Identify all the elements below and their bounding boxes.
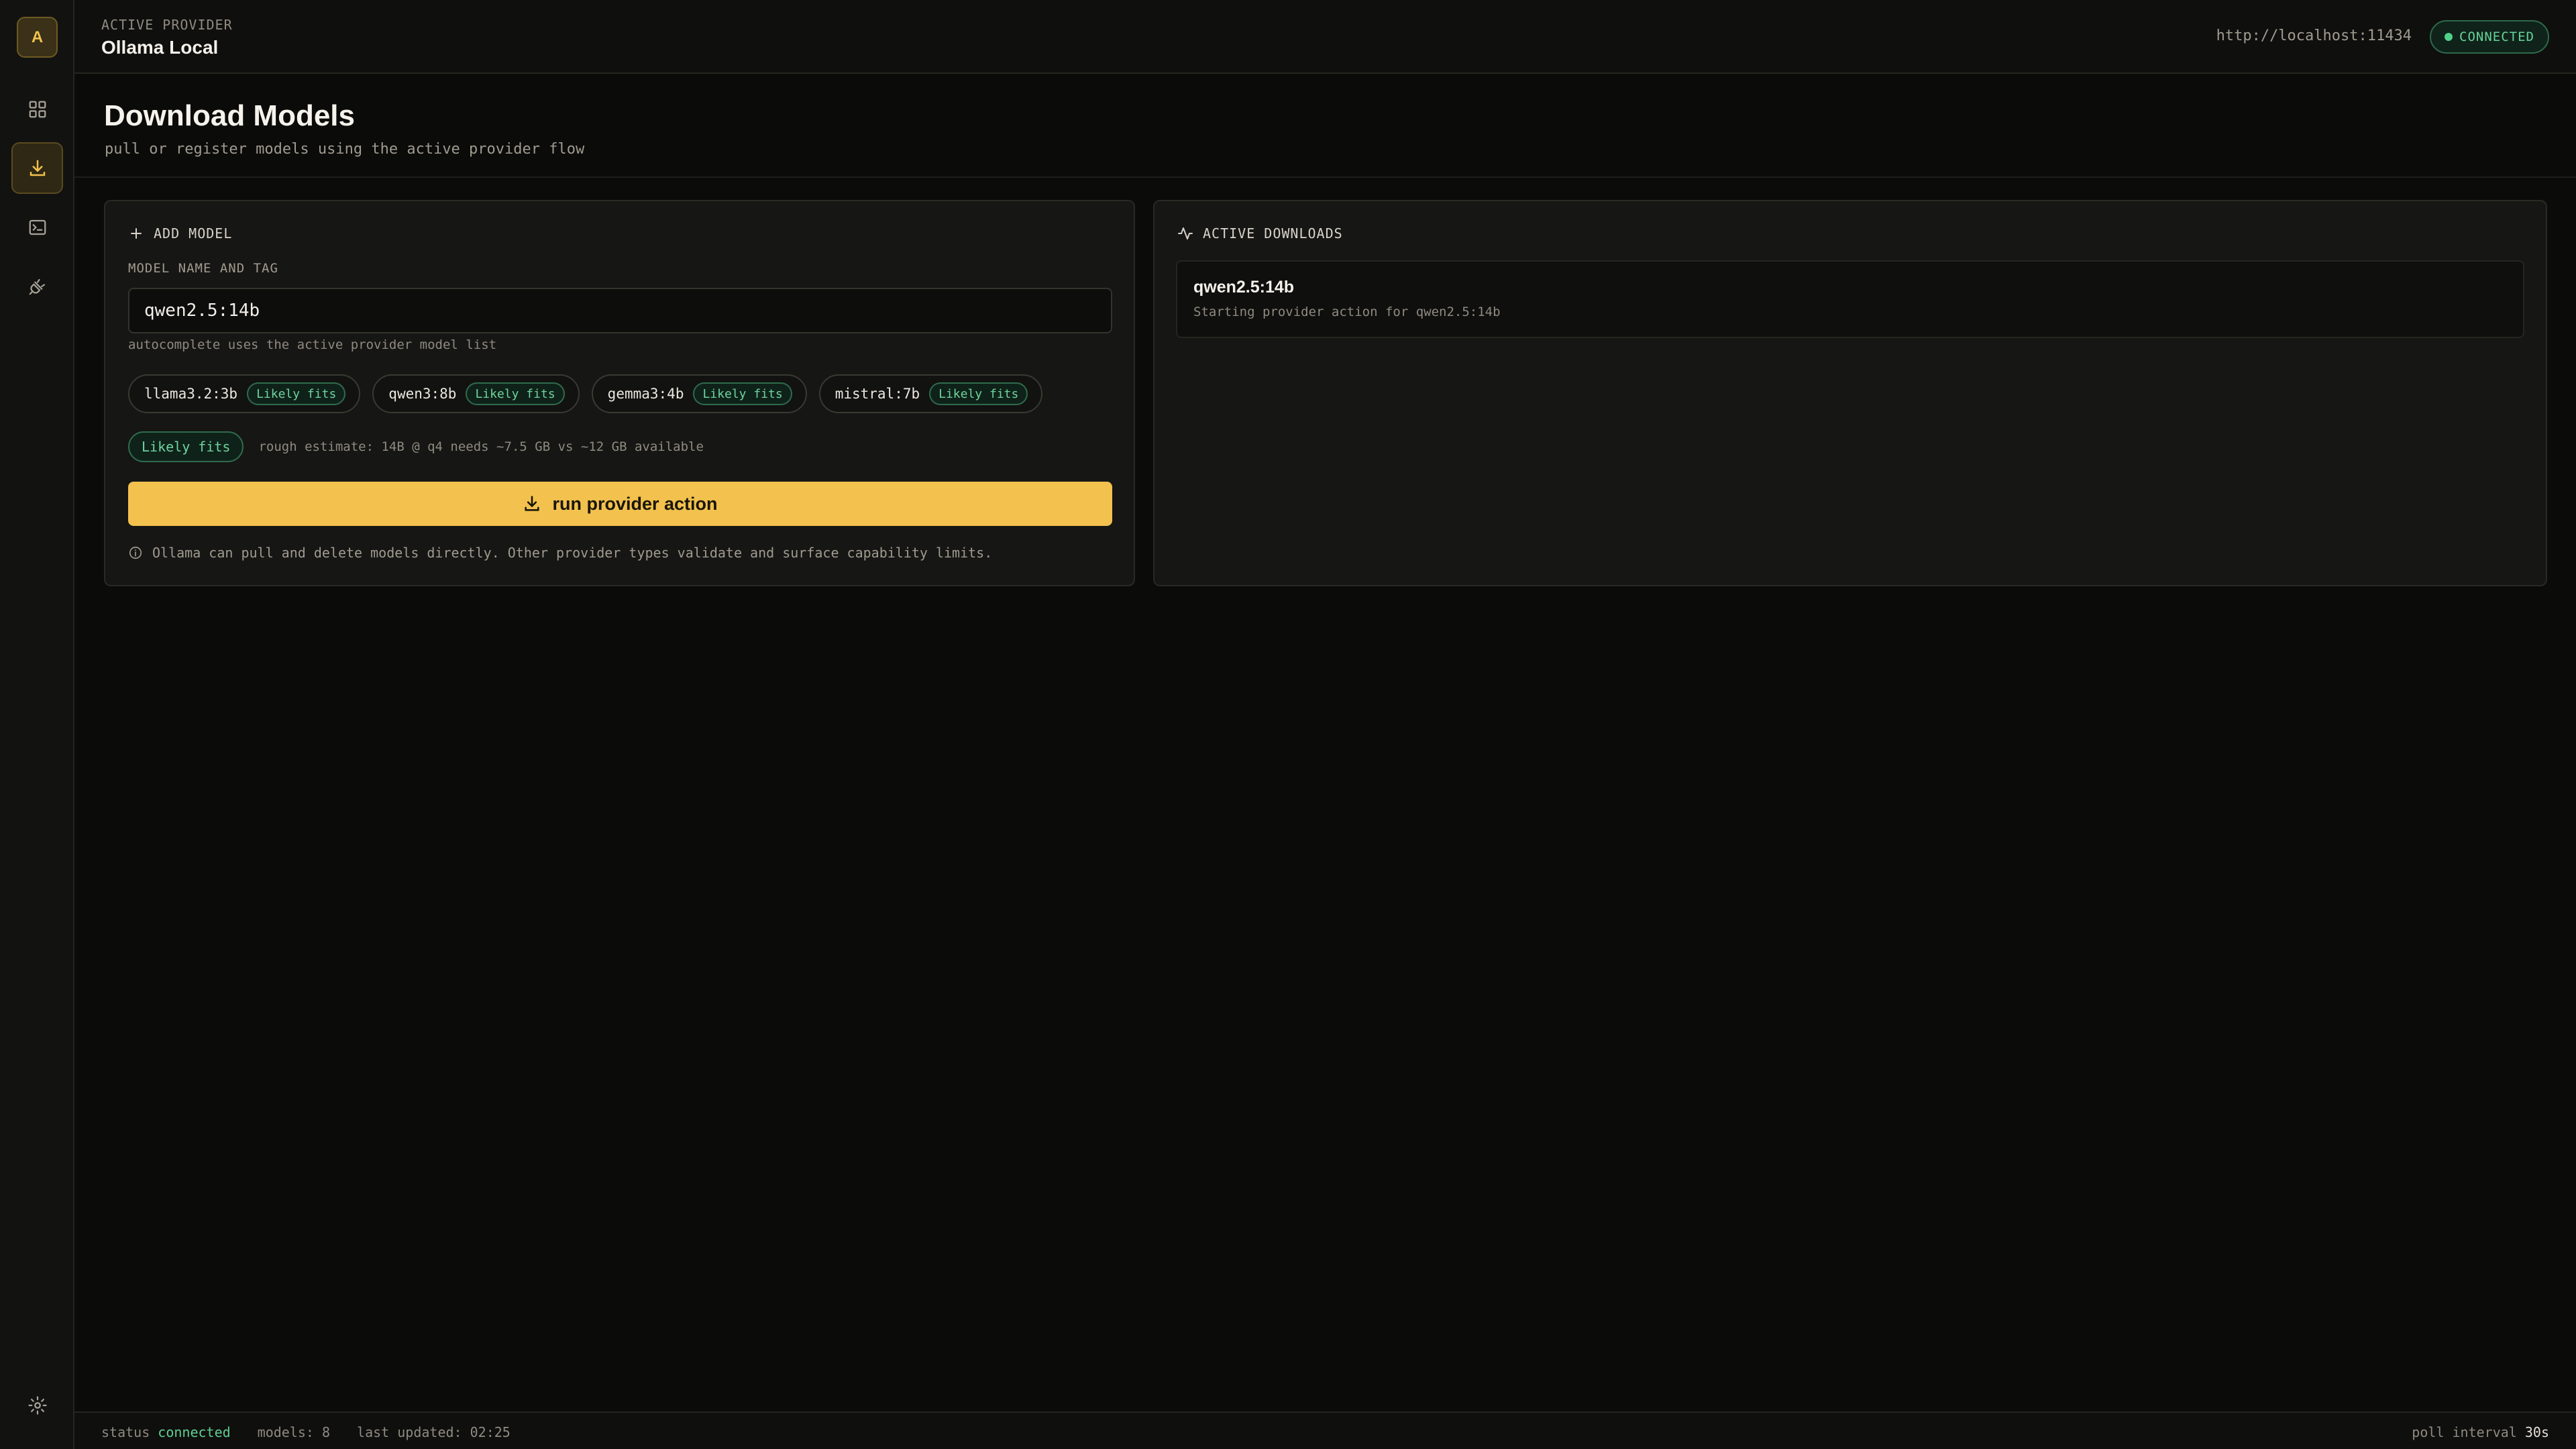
plug-icon <box>29 278 45 294</box>
status-value: connected <box>158 1424 231 1440</box>
fit-badge: Likely fits <box>693 382 792 405</box>
active-downloads-panel: ACTIVE DOWNLOADS qwen2.5:14b Starting pr… <box>1153 200 2547 586</box>
suggestion-chip[interactable]: gemma3:4b Likely fits <box>591 374 807 413</box>
sidebar-item-providers[interactable] <box>11 260 63 312</box>
status-label: status <box>101 1424 150 1440</box>
fit-estimate: Likely fits rough estimate: 14B @ q4 nee… <box>128 431 704 462</box>
estimate-text: rough estimate: 14B @ q4 needs ~7.5 GB v… <box>258 439 704 454</box>
download-status: Starting provider action for qwen2.5:14b <box>1193 305 1501 319</box>
add-model-panel: ADD MODEL MODEL NAME AND TAG autocomplet… <box>104 200 1135 586</box>
sidebar-item-downloads[interactable] <box>11 142 63 194</box>
download-icon <box>525 496 540 511</box>
estimate-fit-badge: Likely fits <box>128 431 244 462</box>
sidebar-item-dashboard[interactable] <box>11 83 63 135</box>
download-name: qwen2.5:14b <box>1193 278 1295 297</box>
activity-icon <box>1178 227 1193 239</box>
sidebar-settings[interactable] <box>11 1379 63 1431</box>
download-icon <box>30 160 45 176</box>
page-title: Download Models <box>104 99 355 132</box>
fit-badge: Likely fits <box>466 382 565 405</box>
suggestion-name: gemma3:4b <box>607 386 684 402</box>
grid-icon <box>29 101 46 117</box>
provider-info-note: Ollama can pull and delete models direct… <box>128 545 992 561</box>
suggestion-chip[interactable]: mistral:7b Likely fits <box>818 374 1043 413</box>
poll-interval: poll interval 30s <box>2412 1424 2549 1440</box>
add-model-header: ADD MODEL <box>128 225 232 241</box>
run-provider-action-button[interactable]: run provider action <box>128 482 1112 526</box>
status-bar-left: status connected models: 8 last updated:… <box>101 1424 511 1440</box>
plus-icon <box>131 228 142 239</box>
sidebar: A <box>0 0 74 1449</box>
provider-name[interactable]: Ollama Local <box>101 37 218 58</box>
last-updated: last updated: 02:25 <box>357 1424 511 1440</box>
models-count: models: 8 <box>257 1424 331 1440</box>
model-suggestions: llama3.2:3b Likely fits qwen3:8b Likely … <box>128 374 1043 413</box>
active-downloads-header: ACTIVE DOWNLOADS <box>1177 225 1343 241</box>
sidebar-item-terminal[interactable] <box>11 201 63 253</box>
info-icon <box>129 546 142 559</box>
fit-badge: Likely fits <box>929 382 1028 405</box>
status-indicator: status connected <box>101 1424 231 1440</box>
suggestion-name: qwen3:8b <box>388 386 457 402</box>
download-item[interactable]: qwen2.5:14b Starting provider action for… <box>1176 260 2524 338</box>
status-dot-icon <box>2445 33 2453 41</box>
connection-status-text: CONNECTED <box>2459 30 2534 44</box>
add-model-title: ADD MODEL <box>154 225 233 241</box>
model-name-label: MODEL NAME AND TAG <box>128 261 278 276</box>
active-downloads-title: ACTIVE DOWNLOADS <box>1203 225 1343 241</box>
page-header: Download Models pull or register models … <box>74 74 2576 178</box>
run-button-label: run provider action <box>552 493 718 514</box>
provider-label: ACTIVE PROVIDER <box>101 17 233 33</box>
suggestion-chip[interactable]: llama3.2:3b Likely fits <box>128 374 361 413</box>
autocomplete-hint: autocomplete uses the active provider mo… <box>128 337 497 352</box>
poll-label: poll interval <box>2412 1424 2517 1440</box>
gear-icon <box>28 1395 47 1415</box>
app-root: A ACTIVE PROVIDER Ollama Local http://lo… <box>0 0 2576 1449</box>
page-subtitle: pull or register models using the active… <box>105 141 585 158</box>
terminal-icon <box>29 219 46 235</box>
status-bar: status connected models: 8 last updated:… <box>74 1411 2576 1449</box>
poll-value: 30s <box>2524 1424 2549 1440</box>
info-text: Ollama can pull and delete models direct… <box>152 545 993 561</box>
connection-status-badge: CONNECTED <box>2430 20 2549 54</box>
fit-badge: Likely fits <box>247 382 346 405</box>
endpoint-url: http://localhost:11434 <box>2216 28 2412 44</box>
model-name-input[interactable] <box>128 288 1112 333</box>
suggestion-name: mistral:7b <box>835 386 920 402</box>
top-header: ACTIVE PROVIDER Ollama Local http://loca… <box>74 0 2576 74</box>
avatar[interactable]: A <box>17 17 58 58</box>
suggestion-name: llama3.2:3b <box>144 386 238 402</box>
suggestion-chip[interactable]: qwen3:8b Likely fits <box>372 374 580 413</box>
